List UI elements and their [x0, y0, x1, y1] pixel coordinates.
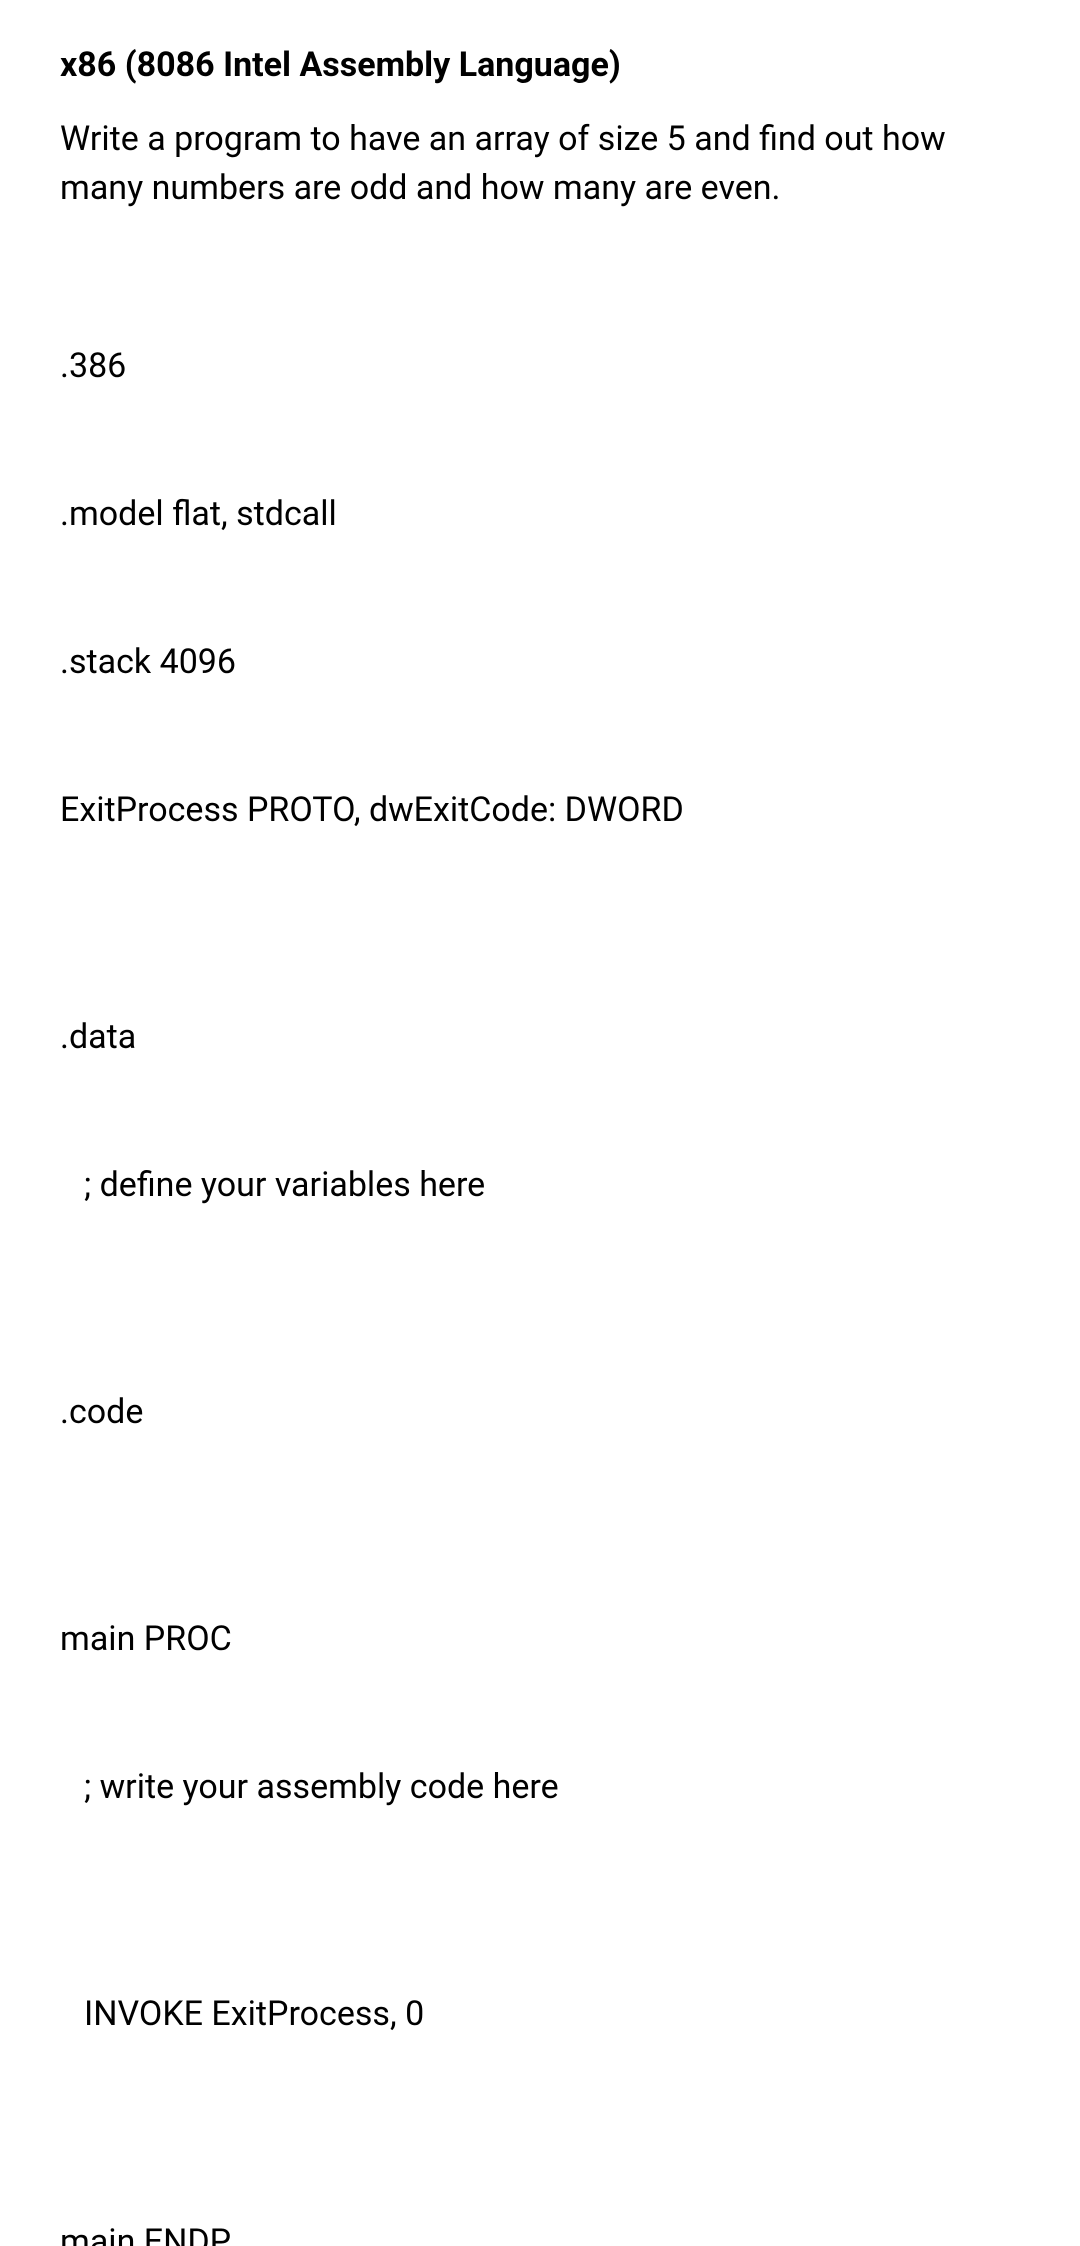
code-line: ExitProcess PROTO, dwExitCode: DWORD: [60, 786, 1020, 835]
code-block-end: main ENDP END main: [60, 2119, 1020, 2246]
code-line: .data: [60, 1013, 1020, 1062]
code-block-main-proc: main PROC ; write your assembly code her…: [60, 1517, 1020, 1862]
code-line: .386: [60, 342, 1020, 391]
code-line: .code: [60, 1388, 1020, 1437]
heading-title: x86 (8086 Intel Assembly Language): [60, 40, 1020, 91]
code-line: main ENDP: [60, 2218, 1020, 2246]
code-line-comment: ; write your assembly code here: [60, 1763, 1020, 1812]
code-line-comment: ; define your variables here: [60, 1161, 1020, 1210]
code-block-invoke: INVOKE ExitProcess, 0: [60, 1892, 1020, 2089]
code-line: INVOKE ExitProcess, 0: [60, 1990, 1020, 2039]
code-line: main PROC: [60, 1615, 1020, 1664]
code-block-code-section: .code: [60, 1290, 1020, 1487]
code-block-directives: .386 .model flat, stdcall .stack 4096 Ex…: [60, 244, 1020, 885]
code-line: .model flat, stdcall: [60, 490, 1020, 539]
code-block-data: .data ; define your variables here: [60, 914, 1020, 1259]
code-line: .stack 4096: [60, 638, 1020, 687]
problem-description: Write a program to have an array of size…: [60, 115, 1020, 214]
